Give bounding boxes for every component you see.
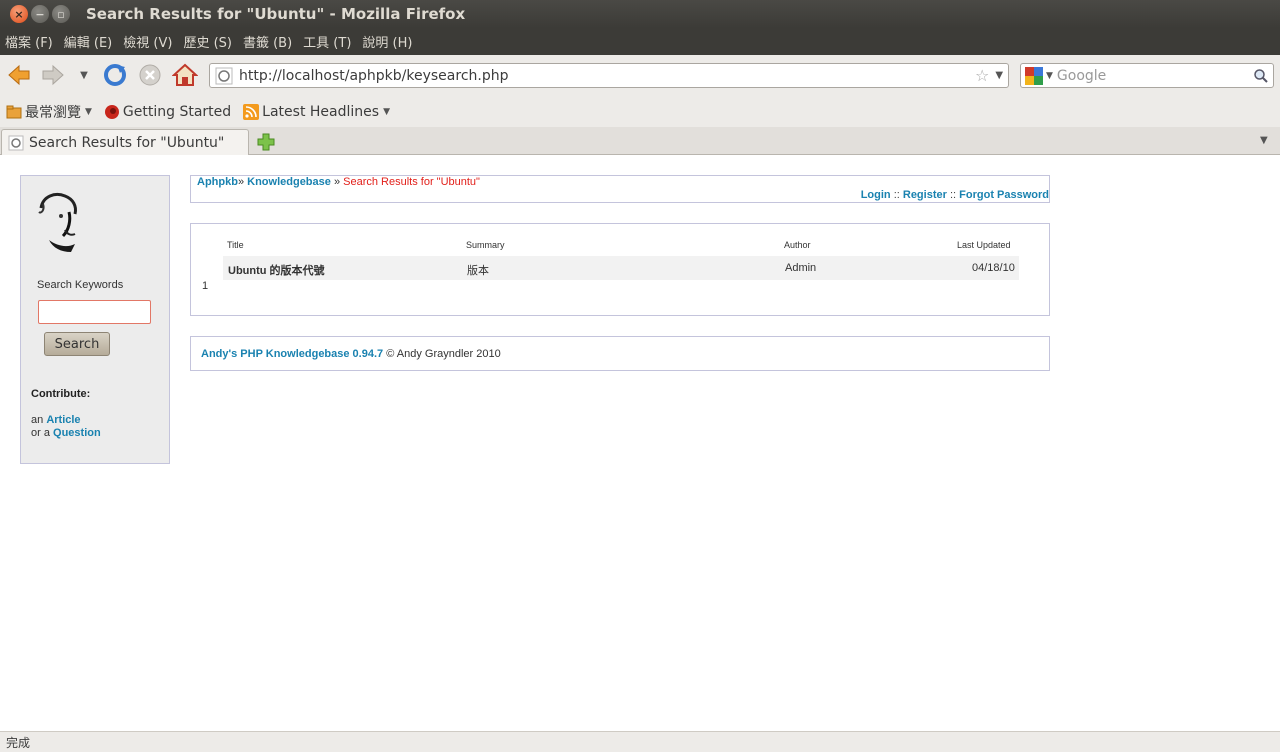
contribute-prefix: an (31, 414, 44, 426)
product-link[interactable]: Andy's PHP Knowledgebase 0.94.7 (201, 348, 383, 360)
article-link[interactable]: Article (46, 414, 80, 426)
sidebar: Search Keywords Search Contribute: an Ar… (20, 175, 170, 464)
footer-text: Andy's PHP Knowledgebase 0.94.7 © Andy G… (201, 348, 501, 360)
new-tab-button[interactable] (256, 132, 276, 152)
breadcrumb-separator: » (333, 176, 341, 188)
column-header-author: Author (784, 240, 811, 250)
result-last-updated: 04/18/10 (972, 262, 1015, 274)
page-favicon-icon (8, 135, 24, 151)
url-dropdown-icon[interactable]: ▼ (995, 70, 1003, 81)
result-summary: 版本 (467, 265, 489, 277)
navigation-toolbar: ▼ ☆ ▼ (0, 55, 1280, 96)
reload-button[interactable] (100, 60, 130, 90)
tab-strip: Search Results for "Ubuntu" ▼ (0, 127, 1280, 155)
web-search-input[interactable] (1056, 67, 1247, 84)
window-title: Search Results for "Ubuntu" - Mozilla Fi… (86, 5, 466, 23)
forward-arrow-icon (42, 64, 64, 86)
menu-help[interactable]: 說明 (H) (362, 32, 412, 51)
search-icon[interactable] (1253, 68, 1269, 84)
header-box: Aphpkb» Knowledgebase » Search Results f… (190, 175, 1050, 203)
breadcrumb-knowledgebase-link[interactable]: Knowledgebase (247, 176, 331, 188)
result-title-link[interactable]: Ubuntu 的版本代號 (228, 262, 325, 278)
history-dropdown-button[interactable]: ▼ (72, 60, 96, 90)
chevron-down-icon: ▼ (383, 106, 390, 117)
keyword-search-input[interactable] (38, 300, 151, 324)
bookmarks-toolbar: 最常瀏覽 ▼ Getting Started Latest Headlines … (0, 96, 1280, 127)
folder-icon (6, 104, 22, 120)
register-link[interactable]: Register (903, 189, 947, 201)
breadcrumb-home-link[interactable]: Aphpkb (197, 176, 238, 188)
firefox-icon (104, 104, 120, 120)
menu-file[interactable]: 檔案 (F) (5, 32, 53, 51)
tab-search-results[interactable]: Search Results for "Ubuntu" (1, 129, 249, 155)
minimize-window-button[interactable]: − (31, 5, 49, 23)
menu-edit[interactable]: 編輯 (E) (64, 32, 113, 51)
bookmark-label: Getting Started (122, 103, 232, 120)
rss-icon (243, 103, 260, 120)
question-link[interactable]: Question (53, 427, 101, 439)
url-input[interactable] (239, 67, 969, 84)
breadcrumb: Aphpkb» Knowledgebase » Search Results f… (197, 176, 480, 188)
google-icon[interactable] (1025, 66, 1043, 85)
column-header-summary: Summary (466, 240, 505, 250)
close-window-button[interactable]: × (10, 5, 28, 23)
stop-button[interactable] (135, 60, 165, 90)
tab-list-dropdown-icon[interactable]: ▼ (1260, 135, 1268, 146)
contribute-question-line: or a Question (31, 427, 101, 439)
contribute-prefix: or a (31, 427, 50, 439)
chevron-down-icon: ▼ (80, 69, 88, 81)
status-bar: 完成 (0, 731, 1280, 752)
reload-icon (104, 64, 126, 86)
results-table: Title Summary Author Last Updated Ubuntu… (190, 223, 1050, 316)
maximize-window-button[interactable]: ▫ (52, 5, 70, 23)
search-keywords-label: Search Keywords (37, 279, 124, 291)
breadcrumb-current: Search Results for "Ubuntu" (343, 176, 480, 188)
breadcrumb-separator: » (237, 176, 245, 188)
forward-button[interactable] (38, 60, 68, 90)
bookmark-most-visited[interactable]: 最常瀏覽 ▼ (6, 102, 92, 122)
result-author: Admin (785, 262, 817, 274)
home-icon (172, 63, 198, 86)
menu-bookmarks[interactable]: 書籤 (B) (243, 32, 292, 51)
stop-icon (139, 64, 161, 86)
plus-icon (257, 133, 275, 151)
column-header-title: Title (227, 240, 244, 250)
forgot-password-link[interactable]: Forgot Password (959, 189, 1049, 201)
menu-bar: 檔案 (F) 編輯 (E) 檢視 (V) 歷史 (S) 書籤 (B) 工具 (T… (0, 28, 1280, 55)
auth-separator: :: (893, 189, 900, 201)
bookmark-label: 最常瀏覽 (25, 104, 81, 121)
footer-box: Andy's PHP Knowledgebase 0.94.7 © Andy G… (190, 336, 1050, 371)
bookmark-latest-headlines[interactable]: Latest Headlines ▼ (243, 103, 390, 120)
contribute-article-line: an Article (31, 414, 81, 426)
window-title-bar: × − ▫ Search Results for "Ubuntu" - Mozi… (0, 0, 1280, 28)
login-link[interactable]: Login (861, 189, 891, 201)
tab-title: Search Results for "Ubuntu" (29, 134, 225, 151)
home-button[interactable] (170, 60, 200, 90)
page-number-link[interactable]: 1 (202, 280, 208, 292)
bookmark-star-icon[interactable]: ☆ (975, 66, 989, 85)
column-header-last-updated: Last Updated (957, 240, 1011, 250)
back-button[interactable] (4, 60, 34, 90)
search-engine-dropdown-icon[interactable]: ▼ (1046, 71, 1053, 81)
url-bar[interactable]: ☆ ▼ (209, 63, 1009, 88)
logo-portrait-icon (38, 193, 77, 252)
site-identity-icon[interactable] (215, 67, 233, 85)
menu-tools[interactable]: 工具 (T) (303, 32, 351, 51)
auth-links: Login :: Register :: Forgot Password (861, 189, 1049, 201)
table-row: Ubuntu 的版本代號 版本 Admin 04/18/10 (223, 256, 1019, 280)
search-bar[interactable]: ▼ (1020, 63, 1274, 88)
page-content: Search Keywords Search Contribute: an Ar… (0, 155, 1280, 731)
contribute-heading: Contribute: (31, 388, 91, 400)
bookmark-label: Latest Headlines (262, 103, 380, 120)
auth-separator: :: (949, 189, 957, 201)
search-button[interactable]: Search (44, 332, 110, 356)
bookmark-getting-started[interactable]: Getting Started (104, 104, 231, 120)
menu-view[interactable]: 檢視 (V) (123, 32, 172, 51)
back-arrow-icon (8, 64, 30, 86)
copyright-text: © Andy Grayndler 2010 (386, 348, 501, 360)
chevron-down-icon: ▼ (85, 106, 92, 117)
menu-history[interactable]: 歷史 (S) (183, 32, 232, 51)
status-text: 完成 (6, 735, 31, 750)
